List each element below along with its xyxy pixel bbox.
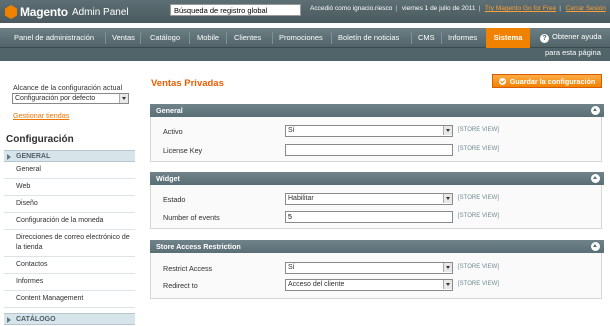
label-active: Activo bbox=[163, 127, 183, 136]
sidebar-item-web[interactable]: Web bbox=[4, 179, 135, 196]
sidebar-item-contacts[interactable]: Contactos bbox=[4, 257, 135, 274]
nav-mobile[interactable]: Mobile bbox=[193, 28, 223, 48]
label-state: Estado bbox=[163, 195, 186, 204]
configuration-title: Configuración bbox=[6, 134, 74, 145]
main-nav: Panel de administración Ventas Catálogo … bbox=[0, 28, 610, 48]
sidebar-item-design[interactable]: Diseño bbox=[4, 196, 135, 213]
logged-in-text: Accedió como ignacio.riesco bbox=[310, 5, 393, 12]
chevron-down-icon bbox=[443, 263, 452, 272]
section-widget-title: Widget bbox=[156, 174, 180, 183]
try-magento-go-link[interactable]: Try Magento Go for Free bbox=[485, 5, 556, 12]
select-redirect-to[interactable]: Acceso del cliente bbox=[285, 279, 453, 291]
chevron-down-icon bbox=[119, 94, 128, 103]
select-redirect-value: Acceso del cliente bbox=[288, 281, 345, 288]
collapse-icon[interactable] bbox=[591, 106, 600, 115]
section-store-access-title: Store Access Restriction bbox=[156, 242, 241, 251]
row-license: License Key [STORE VIEW] bbox=[151, 144, 601, 157]
nav-dashboard[interactable]: Panel de administración bbox=[10, 28, 98, 48]
help-text-2[interactable]: para esta página bbox=[545, 48, 601, 57]
select-state[interactable]: Habilitar bbox=[285, 193, 453, 205]
scope-select-value: Configuración por defecto bbox=[15, 95, 96, 102]
scope-label: Alcance de la configuración actual bbox=[13, 83, 123, 92]
store-view-note: [STORE VIEW] bbox=[458, 195, 499, 201]
select-active[interactable]: Sí bbox=[285, 125, 453, 137]
chevron-down-icon bbox=[443, 194, 452, 203]
label-restrict-access: Restrict Access bbox=[163, 264, 213, 273]
collapse-icon[interactable] bbox=[591, 174, 600, 183]
section-general-header[interactable]: General bbox=[150, 104, 604, 117]
section-widget: Widget Estado Habilitar [STORE VIEW] Num… bbox=[150, 172, 604, 229]
sidebar-group-general[interactable]: GENERAL bbox=[4, 150, 135, 162]
label-events: Number of events bbox=[163, 213, 220, 222]
sidebar-item-store-emails[interactable]: Direcciones de correo electrónico de la … bbox=[4, 230, 135, 257]
nav-sales[interactable]: Ventas bbox=[108, 28, 139, 48]
sidebar-item-reports[interactable]: Informes bbox=[4, 274, 135, 291]
select-restrict-access[interactable]: Sí bbox=[285, 262, 453, 274]
sidebar-item-content-management[interactable]: Content Management bbox=[4, 291, 135, 308]
collapse-icon[interactable] bbox=[591, 242, 600, 251]
header-user-links: Accedió como ignacio.riesco | viernes 1 d… bbox=[310, 5, 606, 12]
chevron-down-icon bbox=[443, 126, 452, 135]
help-icon: ? bbox=[540, 34, 549, 43]
select-restrict-value: Sí bbox=[288, 264, 295, 271]
row-active: Activo Sí [STORE VIEW] bbox=[151, 125, 601, 138]
store-view-note: [STORE VIEW] bbox=[458, 127, 499, 133]
row-events: Number of events [STORE VIEW] bbox=[151, 211, 601, 224]
nav-subband bbox=[0, 48, 610, 61]
sidebar-item-currency[interactable]: Configuración de la moneda bbox=[4, 213, 135, 230]
page-title: Ventas Privadas bbox=[151, 78, 224, 89]
section-store-access: Store Access Restriction Restrict Access… bbox=[150, 240, 604, 299]
scope-select[interactable]: Configuración por defecto bbox=[12, 93, 129, 104]
sidebar-item-general[interactable]: General bbox=[4, 162, 135, 179]
input-license-key[interactable] bbox=[285, 144, 453, 156]
save-config-label: Guardar la configuración bbox=[509, 76, 596, 86]
save-check-icon bbox=[498, 77, 506, 85]
store-view-note: [STORE VIEW] bbox=[458, 146, 499, 152]
config-sidebar: GENERAL General Web Diseño Configuración… bbox=[4, 150, 135, 325]
section-store-access-header[interactable]: Store Access Restriction bbox=[150, 240, 604, 253]
chevron-down-icon bbox=[443, 280, 452, 289]
label-license: License Key bbox=[163, 146, 203, 155]
magento-logo-icon bbox=[5, 5, 17, 19]
logo-text: Magento bbox=[20, 5, 68, 19]
section-general: General Activo Sí [STORE VIEW] License K… bbox=[150, 104, 604, 162]
nav-system[interactable]: Sistema bbox=[486, 28, 530, 48]
magento-logo[interactable]: Magento Admin Panel bbox=[5, 4, 129, 20]
row-state: Estado Habilitar [STORE VIEW] bbox=[151, 193, 601, 206]
logo-subtitle: Admin Panel bbox=[71, 6, 129, 18]
section-general-title: General bbox=[156, 106, 183, 115]
row-redirect: Redirect to Acceso del cliente [STORE VI… bbox=[151, 279, 601, 292]
input-number-of-events[interactable] bbox=[285, 211, 453, 223]
date-text: viernes 1 de julio de 2011 bbox=[401, 5, 476, 12]
store-view-note: [STORE VIEW] bbox=[458, 264, 499, 270]
nav-catalog[interactable]: Catálogo bbox=[146, 28, 184, 48]
nav-customers[interactable]: Clientes bbox=[230, 28, 265, 48]
global-search-input[interactable] bbox=[170, 4, 301, 16]
nav-reports[interactable]: Informes bbox=[444, 28, 481, 48]
select-active-value: Sí bbox=[288, 127, 295, 134]
manage-stores-link[interactable]: Gestionar tiendas bbox=[13, 111, 69, 120]
section-widget-header[interactable]: Widget bbox=[150, 172, 604, 185]
nav-newsletter[interactable]: Boletín de noticias bbox=[334, 28, 403, 48]
nav-promotions[interactable]: Promociones bbox=[275, 28, 327, 48]
save-config-button[interactable]: Guardar la configuración bbox=[492, 74, 602, 88]
top-header: Magento Admin Panel Accedió como ignacio… bbox=[0, 0, 610, 23]
sidebar-group-catalog[interactable]: CATÁLOGO bbox=[4, 313, 135, 325]
help-text-1: Obtener ayuda bbox=[552, 32, 602, 41]
store-view-note: [STORE VIEW] bbox=[458, 281, 499, 287]
select-state-value: Habilitar bbox=[288, 195, 314, 202]
row-restrict: Restrict Access Sí [STORE VIEW] bbox=[151, 262, 601, 275]
nav-cms[interactable]: CMS bbox=[414, 28, 439, 48]
help-link[interactable]: ? Obtener ayuda bbox=[540, 32, 602, 43]
logout-link[interactable]: Cerrar Sesión bbox=[566, 5, 606, 12]
label-redirect-to: Redirect to bbox=[163, 281, 198, 290]
store-view-note: [STORE VIEW] bbox=[458, 213, 499, 219]
